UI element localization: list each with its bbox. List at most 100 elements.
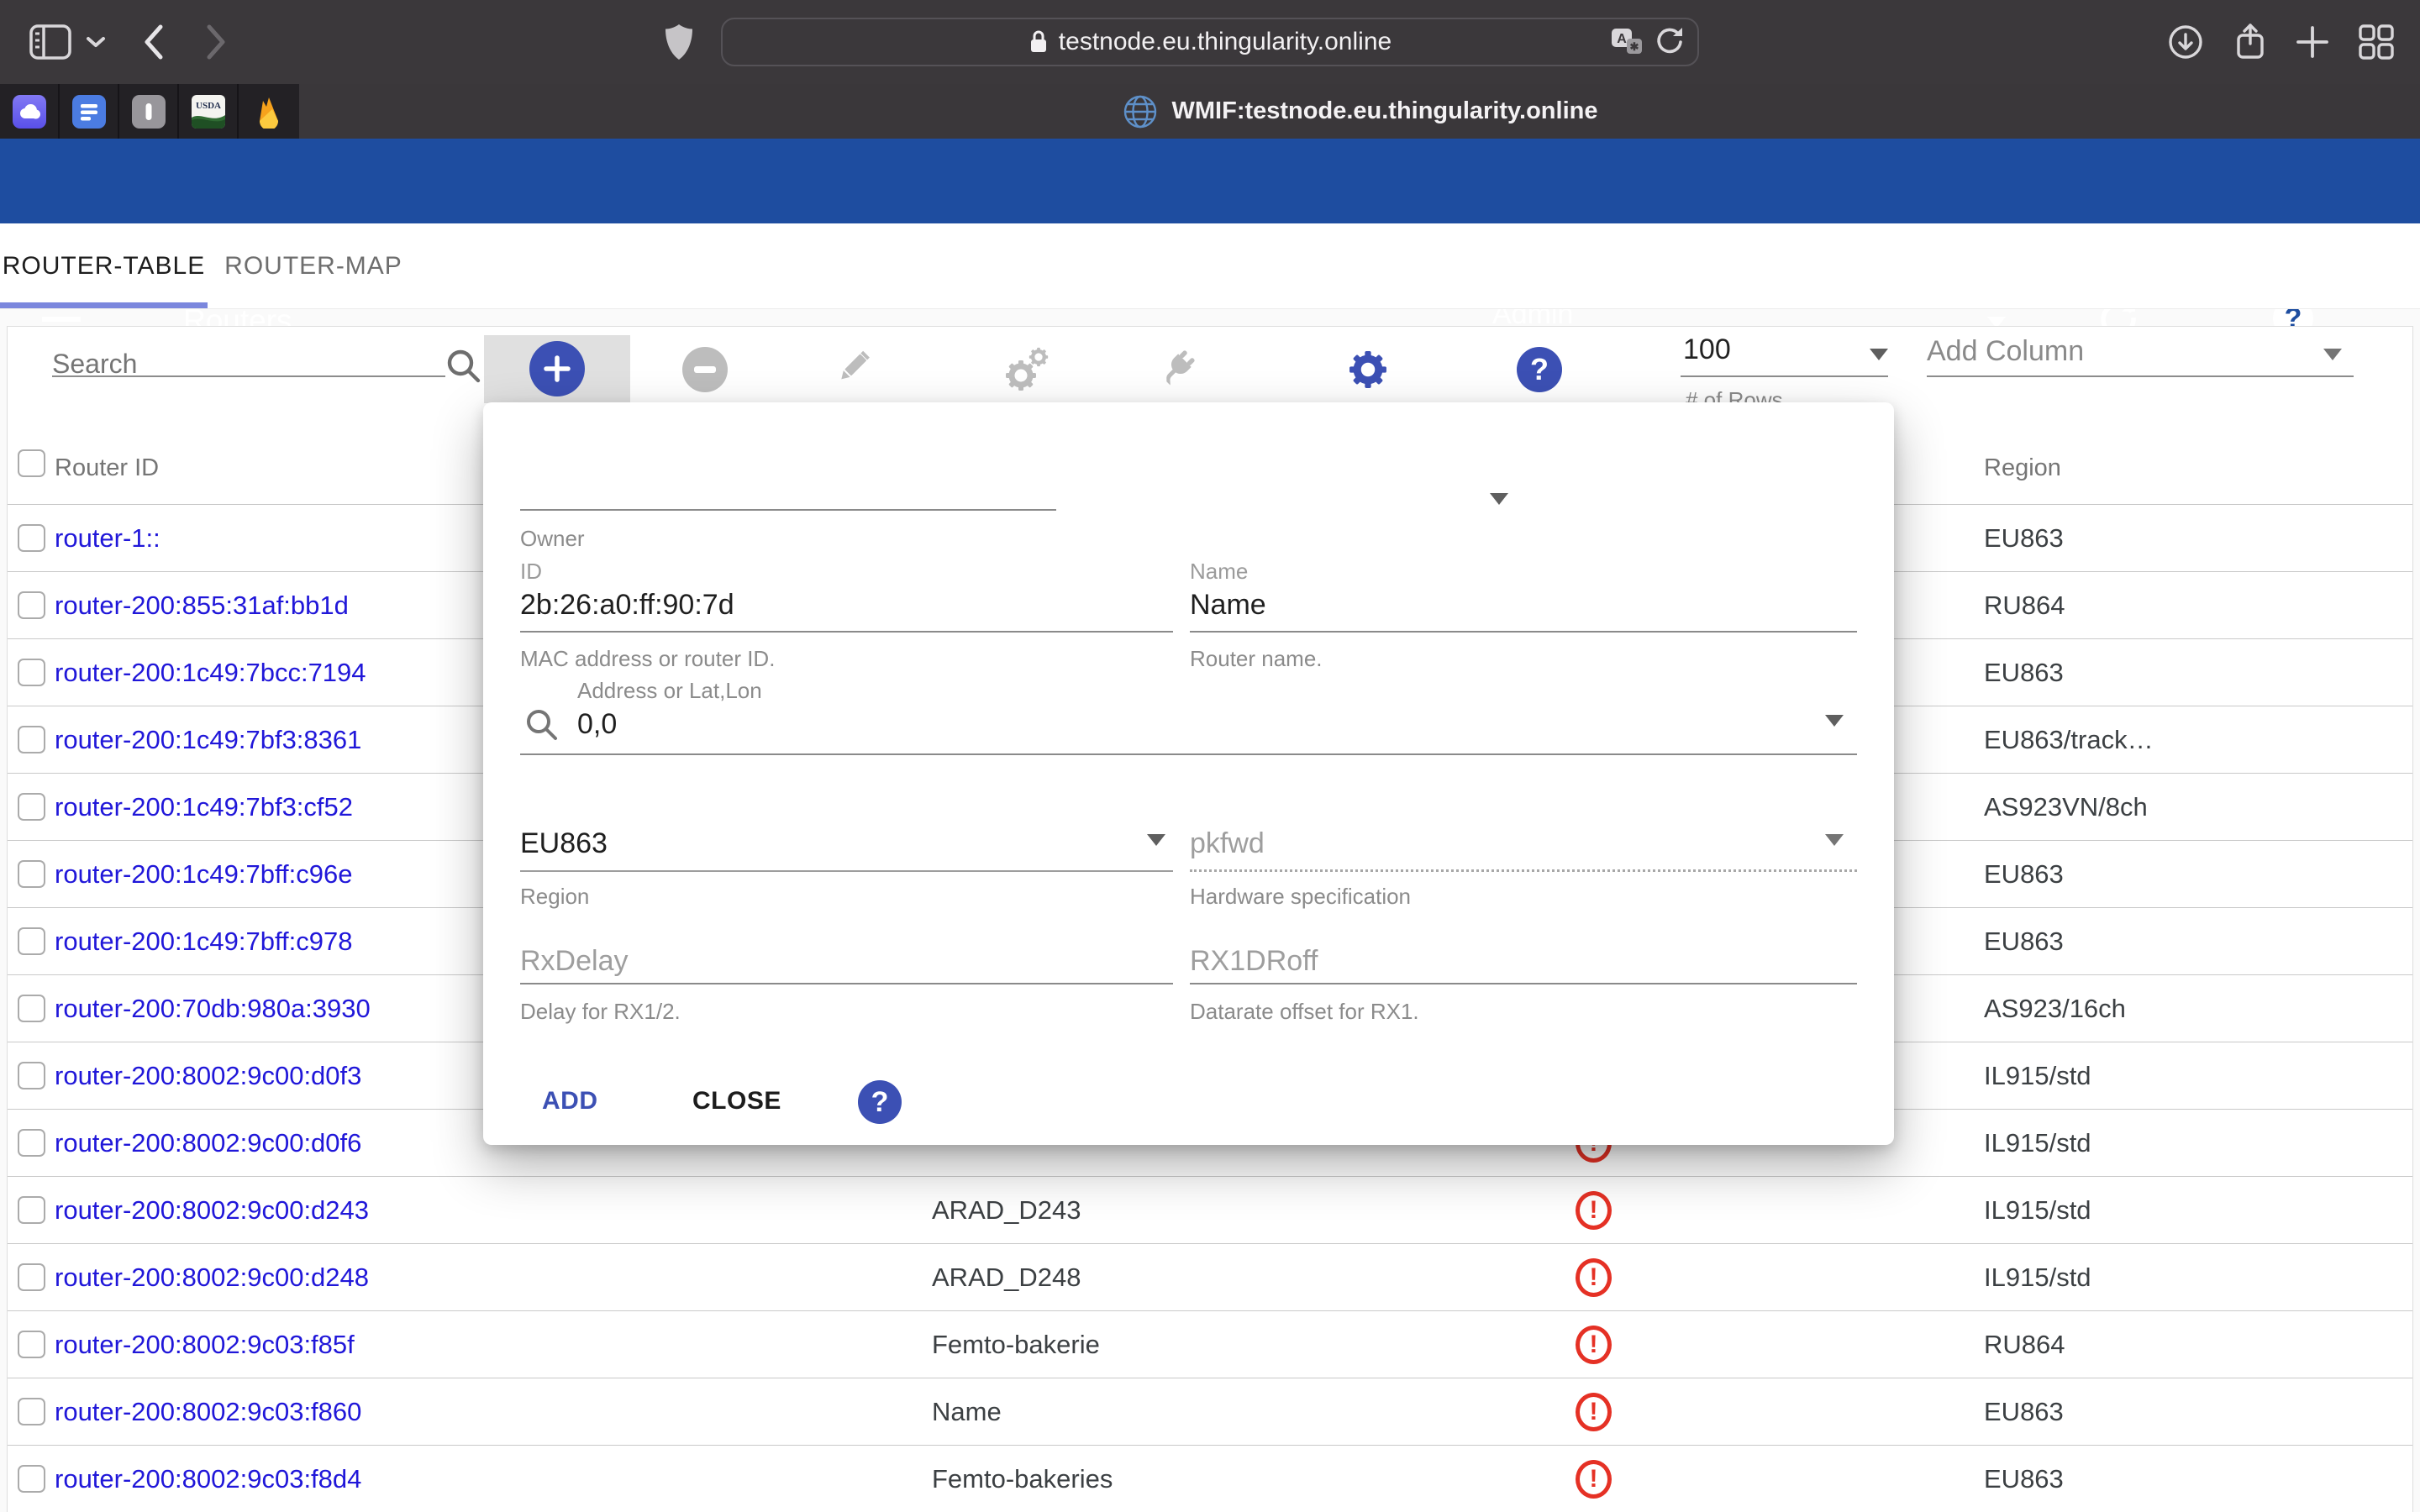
sidebar-chevron-icon[interactable]	[82, 0, 109, 84]
router-id-link[interactable]: router-200:8002:9c00:d248	[55, 1263, 369, 1293]
connect-router-button[interactable]	[1152, 344, 1201, 396]
column-header-region: Region	[1984, 454, 2061, 482]
router-id-link[interactable]: router-1::	[55, 523, 160, 554]
add-router-button[interactable]	[484, 335, 630, 403]
row-checkbox[interactable]	[18, 1398, 45, 1425]
pinned-tab-docs[interactable]	[60, 84, 119, 139]
row-checkbox[interactable]	[18, 793, 45, 821]
add-button[interactable]: ADD	[542, 1087, 598, 1116]
rxdelay-field[interactable]: RxDelay	[520, 945, 628, 978]
remove-router-button[interactable]	[682, 347, 728, 392]
pinned-tab-firebase[interactable]	[239, 84, 298, 139]
icloud-icon	[13, 95, 46, 129]
router-id-link[interactable]: router-200:8002:9c00:d0f6	[55, 1128, 361, 1158]
dialog-help-button[interactable]: ?	[858, 1080, 902, 1124]
tab-router-map[interactable]: ROUTER-MAP	[208, 223, 419, 308]
row-checkbox[interactable]	[18, 591, 45, 619]
pinned-tab-info[interactable]	[119, 84, 179, 139]
forward-button[interactable]	[197, 0, 235, 84]
row-checkbox[interactable]	[18, 927, 45, 955]
router-region-cell: EU863	[1984, 523, 2064, 554]
router-id-link[interactable]: router-200:8002:9c03:f85f	[55, 1330, 355, 1360]
tab-router-table[interactable]: ROUTER-TABLE	[0, 223, 208, 308]
router-id-link[interactable]: router-200:1c49:7bf3:cf52	[55, 792, 353, 822]
screen: testnode.eu.thingularity.online A✱	[0, 0, 2420, 1512]
id-caption: MAC address or router ID.	[520, 646, 775, 672]
configure-routers-button[interactable]	[1001, 344, 1053, 396]
router-name-cell: ARAD_D248	[932, 1263, 1081, 1293]
router-region-cell: EU863	[1984, 1397, 2064, 1427]
router-region-cell: AS923/16ch	[1984, 994, 2126, 1024]
error-icon[interactable]: !	[1576, 1258, 1612, 1297]
error-icon[interactable]: !	[1576, 1326, 1612, 1364]
downloads-button[interactable]	[2164, 0, 2207, 84]
sidebar-toggle-icon[interactable]	[25, 0, 76, 84]
owner-select[interactable]	[520, 509, 1056, 511]
chevron-down-icon	[1870, 349, 1888, 360]
firebase-flame-icon	[252, 95, 286, 129]
error-icon[interactable]: !	[1576, 1191, 1612, 1230]
router-id-link[interactable]: router-200:1c49:7bff:c96e	[55, 859, 352, 890]
select-all-checkbox[interactable]	[18, 449, 45, 477]
app-header: Routers Admin ?	[0, 139, 2420, 223]
chevron-down-icon	[1490, 493, 1508, 505]
new-tab-button[interactable]	[2291, 0, 2334, 84]
row-checkbox[interactable]	[18, 726, 45, 753]
table-settings-button[interactable]	[1342, 344, 1394, 396]
id-field[interactable]: 2b:26:a0:ff:90:7d	[520, 589, 734, 622]
region-select[interactable]: EU863	[520, 827, 608, 860]
privacy-shield-icon[interactable]	[659, 0, 699, 84]
toolbar-help-button[interactable]: ?	[1517, 347, 1562, 392]
router-id-link[interactable]: router-200:1c49:7bff:c978	[55, 927, 352, 957]
url-text: testnode.eu.thingularity.online	[1059, 28, 1392, 56]
reload-icon[interactable]	[1655, 26, 1684, 58]
translate-icon[interactable]: A✱	[1610, 27, 1644, 57]
router-id-link[interactable]: router-200:1c49:7bf3:8361	[55, 725, 361, 755]
table-row: router-200:8002:9c03:f8d4 Femto-bakeries…	[8, 1446, 2412, 1512]
hardware-caption: Hardware specification	[1190, 884, 1411, 910]
row-checkbox[interactable]	[18, 1196, 45, 1224]
url-bar[interactable]: testnode.eu.thingularity.online A✱	[721, 18, 1699, 66]
row-checkbox[interactable]	[18, 1465, 45, 1493]
close-button[interactable]: CLOSE	[692, 1087, 781, 1116]
address-field[interactable]: 0,0	[577, 708, 617, 741]
rows-per-page-select[interactable]: 100	[1683, 333, 1731, 366]
rx1droff-field[interactable]: RX1DRoff	[1190, 945, 1318, 978]
add-column-select[interactable]: Add Column	[1927, 335, 2084, 368]
router-region-cell: EU863	[1984, 1464, 2064, 1494]
row-checkbox[interactable]	[18, 995, 45, 1022]
error-icon[interactable]: !	[1576, 1460, 1612, 1499]
router-region-cell: AS923VN/8ch	[1984, 792, 2148, 822]
tab-overview-button[interactable]	[2353, 0, 2400, 84]
address-label: Address or Lat,Lon	[577, 678, 762, 704]
add-router-dialog: Owner ID 2b:26:a0:ff:90:7d MAC address o…	[483, 402, 1894, 1145]
browser-titlebar: testnode.eu.thingularity.online A✱	[0, 0, 2420, 84]
column-header-router-id: Router ID	[55, 454, 159, 482]
router-id-link[interactable]: router-200:8002:9c03:f860	[55, 1397, 361, 1427]
row-checkbox[interactable]	[18, 524, 45, 552]
router-id-link[interactable]: router-200:855:31af:bb1d	[55, 591, 349, 621]
router-region-cell: IL915/std	[1984, 1195, 2091, 1226]
pinned-tab-usda[interactable]: USDA	[179, 84, 239, 139]
name-field[interactable]: Name	[1190, 589, 1266, 622]
router-region-cell: IL915/std	[1984, 1263, 2091, 1293]
active-browser-tab[interactable]: WMIF:testnode.eu.thingularity.online	[299, 84, 2420, 139]
row-checkbox[interactable]	[18, 659, 45, 686]
router-id-link[interactable]: router-200:70db:980a:3930	[55, 994, 371, 1024]
row-checkbox[interactable]	[18, 1331, 45, 1358]
error-icon[interactable]: !	[1576, 1393, 1612, 1431]
hardware-select[interactable]: pkfwd	[1190, 827, 1265, 860]
row-checkbox[interactable]	[18, 1129, 45, 1157]
usda-logo-icon: USDA	[192, 95, 225, 129]
share-button[interactable]	[2228, 0, 2272, 84]
edit-router-button[interactable]	[828, 345, 875, 392]
row-checkbox[interactable]	[18, 860, 45, 888]
back-button[interactable]	[134, 0, 173, 84]
row-checkbox[interactable]	[18, 1263, 45, 1291]
row-checkbox[interactable]	[18, 1062, 45, 1089]
router-id-link[interactable]: router-200:8002:9c03:f8d4	[55, 1464, 361, 1494]
router-id-link[interactable]: router-200:1c49:7bcc:7194	[55, 658, 366, 688]
router-id-link[interactable]: router-200:8002:9c00:d0f3	[55, 1061, 361, 1091]
pinned-tab-icloud[interactable]	[0, 84, 60, 139]
router-id-link[interactable]: router-200:8002:9c00:d243	[55, 1195, 369, 1226]
